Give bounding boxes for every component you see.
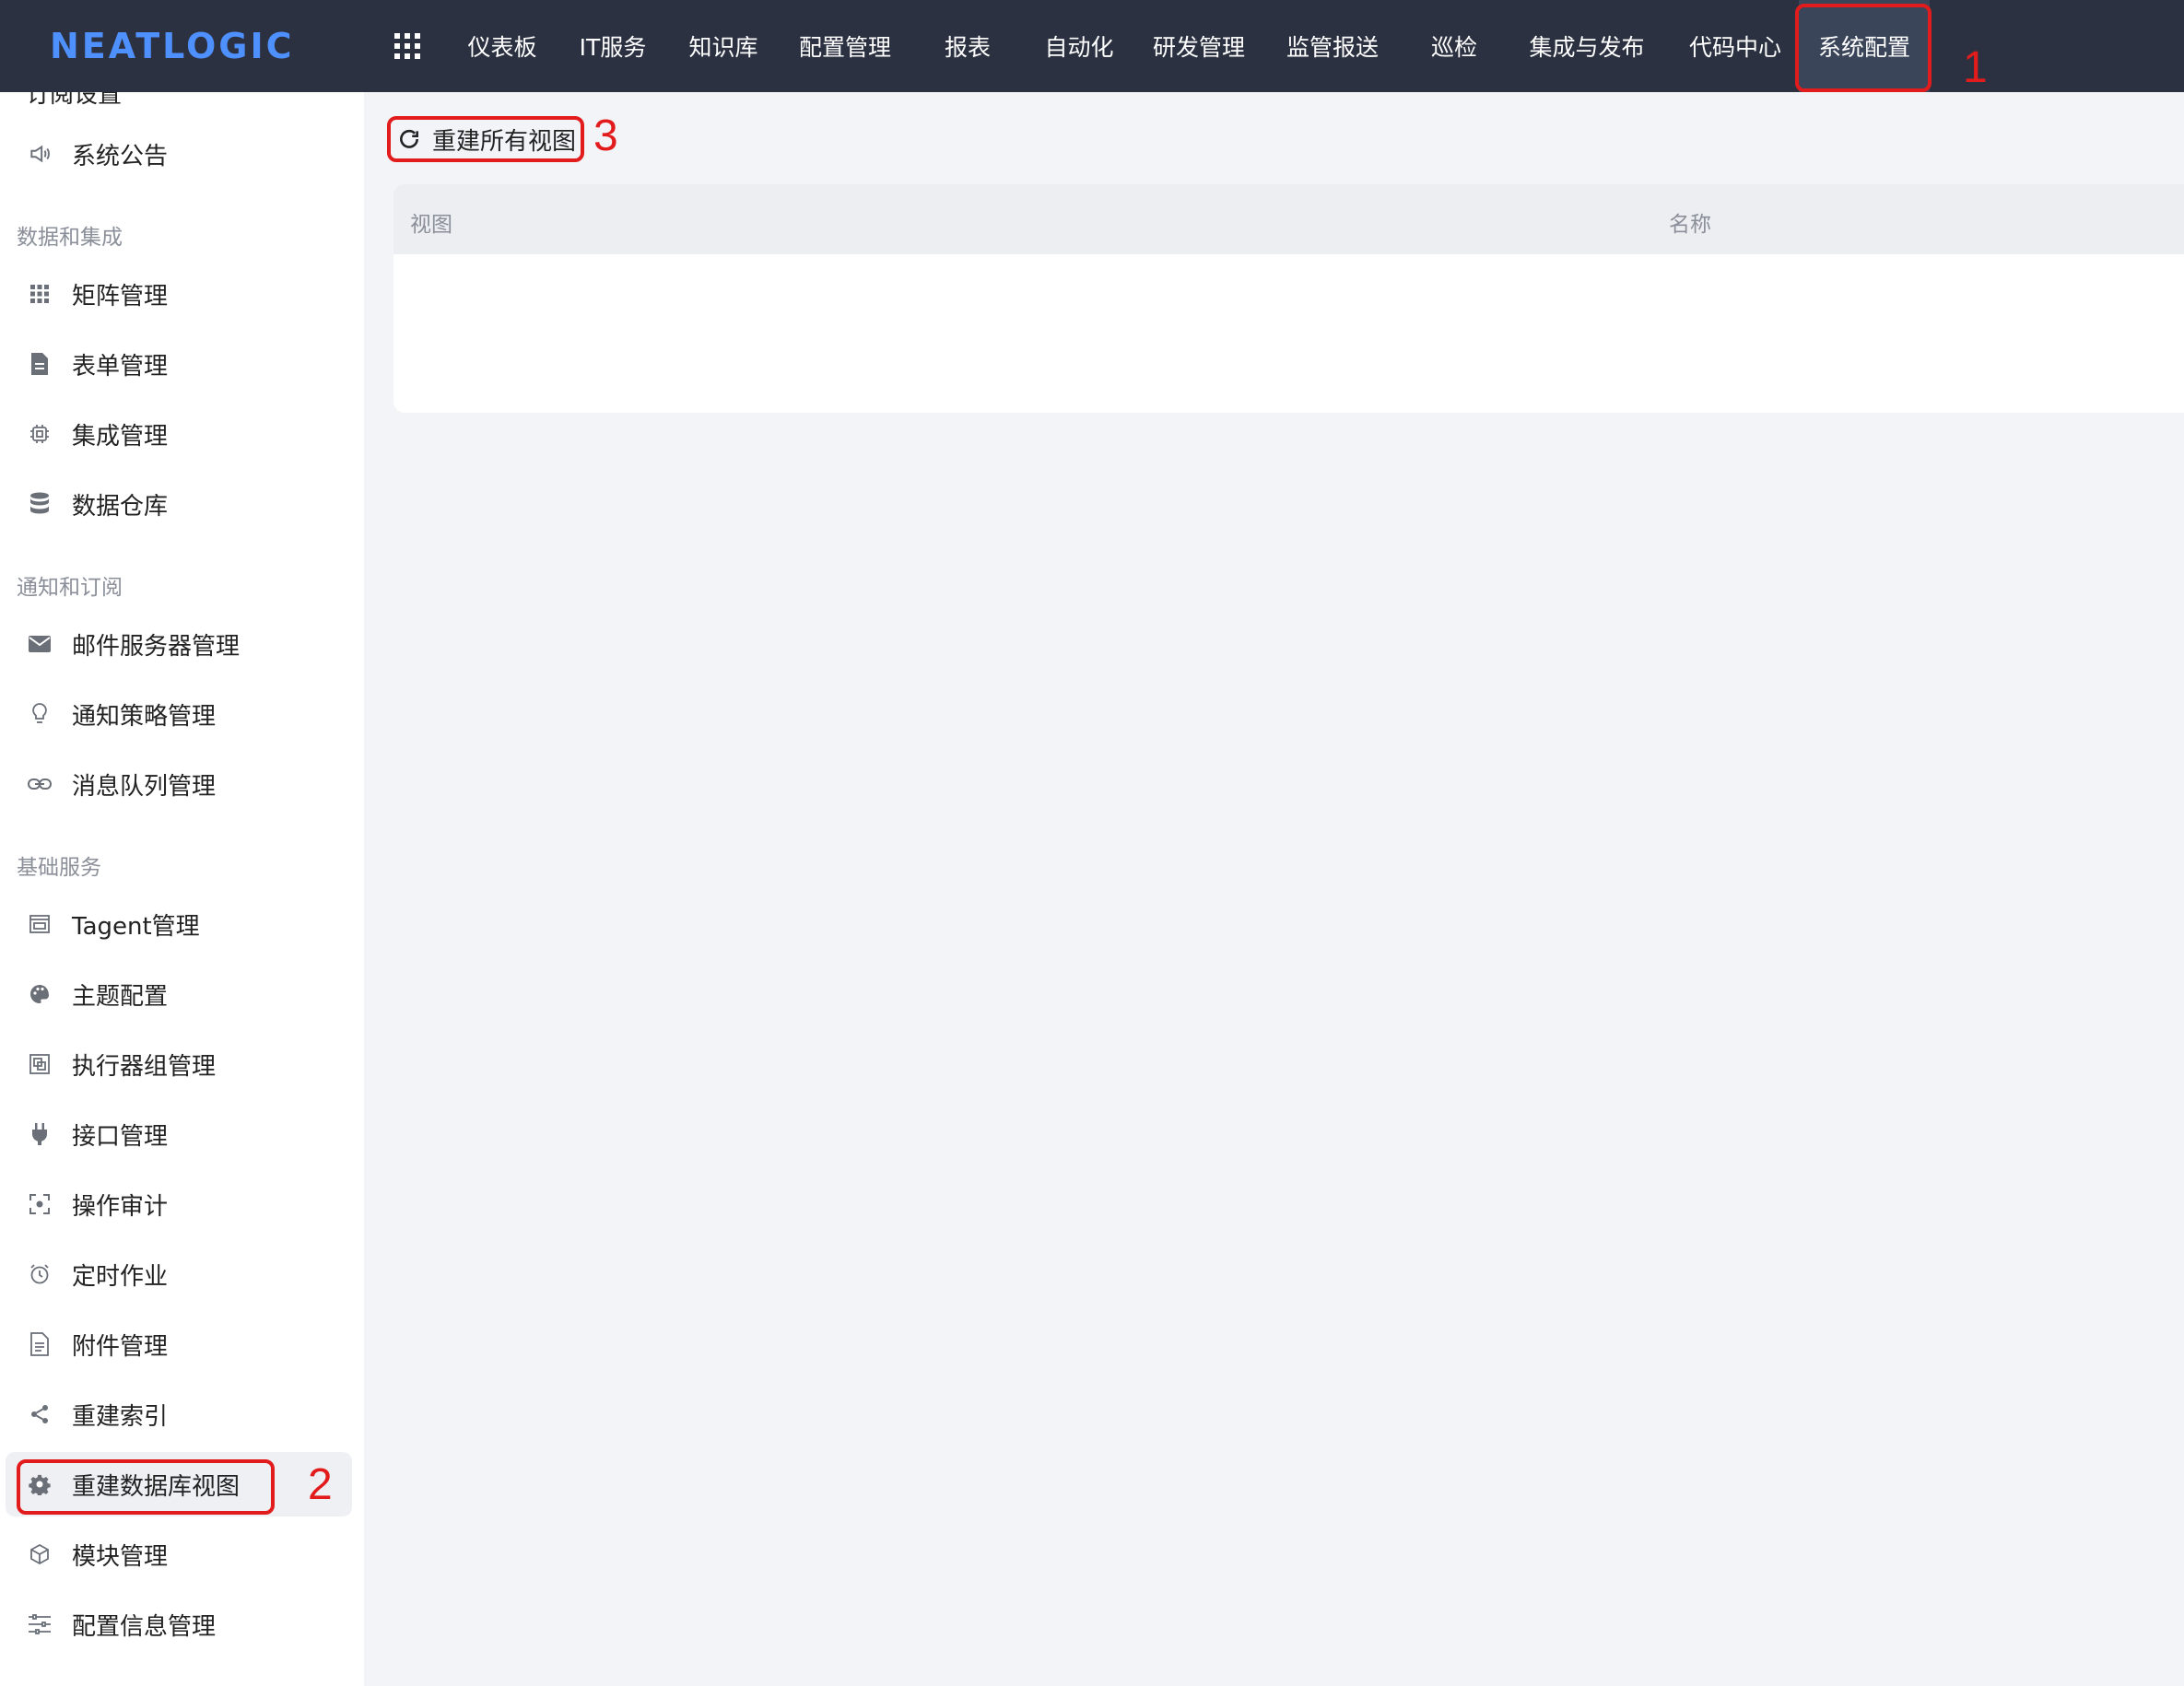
speaker-icon	[26, 140, 53, 168]
document-icon	[26, 350, 53, 378]
sidebar-item-matrix[interactable]: 矩阵管理	[6, 262, 352, 326]
group-label-data-integration: 数据和集成	[17, 226, 123, 250]
views-table: 视图 名称	[393, 184, 2184, 413]
nav-item-dashboard[interactable]: 仪表板	[452, 0, 553, 92]
sliders-icon	[26, 1610, 53, 1638]
sidebar-item-audit[interactable]: 操作审计	[6, 1172, 352, 1236]
sidebar-item-integration[interactable]: 集成管理	[6, 402, 352, 466]
nav-item-report[interactable]: 报表	[922, 0, 1014, 92]
file-icon	[26, 1330, 53, 1358]
annotation-box-2	[17, 1459, 275, 1515]
mail-icon	[26, 630, 53, 658]
sidebar-item-label: Tagent管理	[72, 912, 200, 941]
nav-item-integration-release[interactable]: 集成与发布	[1513, 0, 1661, 92]
stack-icon	[26, 1050, 53, 1078]
alarm-icon	[26, 1260, 53, 1288]
sidebar-item-api[interactable]: 接口管理	[6, 1102, 352, 1166]
sidebar-item-label: 执行器组管理	[72, 1052, 217, 1081]
sidebar-item-system-announcement[interactable]: 系统公告	[6, 122, 352, 186]
nav-item-regulatory-report[interactable]: 监管报送	[1270, 0, 1395, 92]
table-body-empty	[393, 254, 2184, 413]
sidebar-item-data-warehouse[interactable]: 数据仓库	[6, 472, 352, 536]
sidebar-item-mail-server[interactable]: 邮件服务器管理	[6, 612, 352, 676]
sidebar-item-attachment[interactable]: 附件管理	[6, 1312, 352, 1376]
annotation-number-3: 3	[593, 111, 618, 160]
annotation-box-1	[1795, 4, 1932, 92]
sidebar-item-label: 系统公告	[72, 142, 169, 170]
group-label-basic-services: 基础服务	[17, 856, 101, 880]
sidebar-item-scheduled-job[interactable]: 定时作业	[6, 1242, 352, 1306]
nav-item-rd-management[interactable]: 研发管理	[1139, 0, 1259, 92]
nav-item-automation[interactable]: 自动化	[1030, 0, 1128, 92]
table-header: 视图 名称	[393, 184, 2184, 254]
sidebar-item-label: 矩阵管理	[72, 282, 169, 310]
chip-icon	[26, 420, 53, 448]
apps-grid-icon[interactable]	[394, 33, 420, 59]
plug-icon	[26, 1120, 53, 1148]
sidebar-item-label: 重建索引	[72, 1402, 169, 1431]
palette-icon	[26, 980, 53, 1008]
share-icon	[26, 1400, 53, 1428]
sidebar-item-rebuild-index[interactable]: 重建索引	[6, 1382, 352, 1446]
nav-item-knowledge-base[interactable]: 知识库	[673, 0, 774, 92]
window-icon	[26, 910, 53, 938]
bulb-icon	[26, 700, 53, 728]
sidebar-item-config-info[interactable]: 配置信息管理	[6, 1592, 352, 1657]
column-header-view[interactable]: 视图	[410, 206, 452, 238]
nav-item-cmdb[interactable]: 配置管理	[785, 0, 905, 92]
sidebar-item-label: 接口管理	[72, 1122, 169, 1151]
main-content: 重建所有视图 视图 名称	[364, 92, 2184, 1686]
sidebar-item-label: 操作审计	[72, 1192, 169, 1221]
sidebar-item-label: 表单管理	[72, 352, 169, 381]
annotation-number-2: 2	[308, 1460, 333, 1509]
nav-item-it-service[interactable]: IT服务	[564, 0, 662, 92]
sidebar: 订阅设置 系统公告 数据和集成 矩阵管理 表单管理 集成管理 数据仓库 通知和订…	[0, 92, 364, 1686]
sidebar-item-notify-policy[interactable]: 通知策略管理	[6, 682, 352, 746]
cube-icon	[26, 1540, 53, 1568]
database-icon	[26, 490, 53, 518]
annotation-box-3	[387, 116, 584, 162]
link-icon	[26, 770, 53, 798]
sidebar-item-runner-group[interactable]: 执行器组管理	[6, 1032, 352, 1096]
app-logo[interactable]: NEATLOGIC	[50, 26, 295, 66]
sidebar-item-partial[interactable]: 订阅设置	[26, 92, 122, 110]
sidebar-item-label: 数据仓库	[72, 492, 169, 521]
sidebar-item-module[interactable]: 模块管理	[6, 1522, 352, 1586]
sidebar-item-tagent[interactable]: Tagent管理	[6, 892, 352, 956]
sidebar-item-message-queue[interactable]: 消息队列管理	[6, 752, 352, 816]
sidebar-item-form[interactable]: 表单管理	[6, 332, 352, 396]
sidebar-item-label: 模块管理	[72, 1542, 169, 1571]
annotation-number-1: 1	[1963, 43, 1988, 92]
sidebar-item-label: 配置信息管理	[72, 1612, 217, 1641]
sidebar-item-label: 消息队列管理	[72, 772, 217, 801]
sidebar-item-theme[interactable]: 主题配置	[6, 962, 352, 1026]
sidebar-item-label: 附件管理	[72, 1332, 169, 1361]
sidebar-item-label: 集成管理	[72, 422, 169, 451]
nav-item-code-center[interactable]: 代码中心	[1675, 0, 1795, 92]
column-header-name[interactable]: 名称	[1669, 206, 1711, 238]
sidebar-item-label: 通知策略管理	[72, 702, 217, 731]
nav-item-inspection[interactable]: 巡检	[1410, 0, 1498, 92]
focus-icon	[26, 1190, 53, 1218]
grid-icon	[26, 280, 53, 308]
sidebar-item-label: 主题配置	[72, 982, 169, 1011]
sidebar-item-label: 定时作业	[72, 1262, 169, 1291]
sidebar-item-label: 邮件服务器管理	[72, 632, 241, 661]
group-label-notification: 通知和订阅	[17, 576, 123, 600]
